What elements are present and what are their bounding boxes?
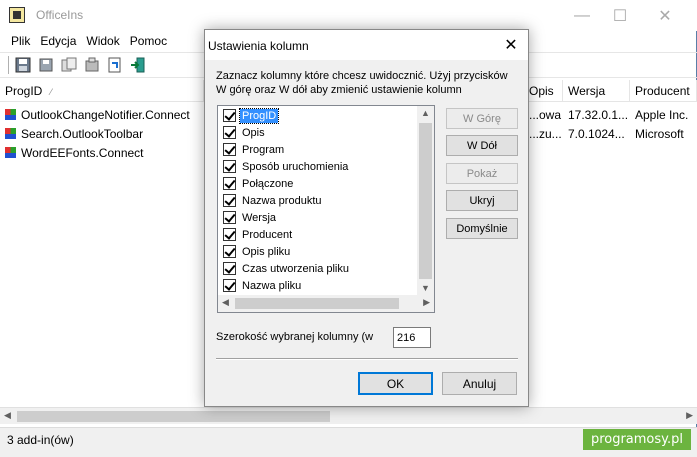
list-item-label: Producent — [242, 228, 293, 241]
checkbox[interactable] — [223, 194, 236, 207]
list-item[interactable]: Połączone — [218, 175, 418, 192]
checkbox[interactable] — [223, 279, 236, 292]
column-header-producent[interactable]: Producent — [630, 80, 697, 102]
list-item-label: Opis — [242, 126, 265, 139]
dialog-instructions: Zaznacz kolumny które chcesz uwidocznić.… — [216, 70, 508, 96]
app-icon — [9, 7, 25, 23]
menu-pomoc[interactable]: Pomoc — [125, 34, 172, 48]
checkbox[interactable] — [223, 228, 236, 241]
refresh-icon[interactable] — [105, 55, 125, 75]
checkbox[interactable] — [223, 160, 236, 173]
checkbox[interactable] — [223, 177, 236, 190]
listbox-horizontal-scrollbar[interactable]: ◀ ▶ — [218, 295, 434, 312]
status-bar: 3 add-in(ów) programosy.pl — [0, 427, 697, 457]
cell-wersja: 17.32.0.1... — [568, 107, 629, 122]
list-item[interactable]: Sposób uruchomienia — [218, 158, 418, 175]
window-title: OfficeIns — [36, 8, 84, 22]
list-item-label: Wersja — [242, 211, 277, 224]
sort-arrow-icon: ⁄ — [50, 87, 52, 97]
scroll-up-icon[interactable]: ▲ — [421, 108, 430, 118]
list-item[interactable]: Opis pliku — [218, 243, 418, 260]
column-header-label: ProgID — [5, 84, 43, 98]
list-item-label: Opis pliku — [242, 245, 291, 258]
scroll-thumb[interactable] — [419, 123, 432, 279]
title-bar: OfficeIns — ☐ ✕ — [0, 0, 697, 31]
dialog-title-bar: Ustawienia kolumn ✕ — [205, 30, 528, 60]
checkbox[interactable] — [223, 126, 236, 139]
list-item[interactable]: Nazwa pliku — [218, 277, 418, 294]
list-item[interactable]: Opis — [218, 124, 418, 141]
dialog-separator — [216, 358, 518, 360]
progid-text: WordEEFonts.Connect — [21, 145, 144, 160]
scroll-left-icon[interactable]: ◀ — [4, 410, 11, 421]
show-button[interactable]: Pokaż — [446, 163, 518, 184]
status-text: 3 add-in(ów) — [7, 433, 74, 447]
dialog-close-button[interactable]: ✕ — [494, 30, 528, 60]
list-item-label: Sposób uruchomienia — [242, 160, 349, 173]
move-up-button[interactable]: W Górę — [446, 108, 518, 129]
list-item[interactable]: Nazwa produktu — [218, 192, 418, 209]
cell-opis: ...zu... — [529, 126, 562, 141]
column-header-opis[interactable]: Opis — [524, 80, 563, 102]
ok-button[interactable]: OK — [358, 372, 433, 395]
scroll-right-icon[interactable]: ▶ — [423, 297, 430, 308]
scroll-right-icon[interactable]: ▶ — [686, 410, 693, 421]
maximize-button[interactable]: ☐ — [597, 0, 643, 31]
menu-edycja[interactable]: Edycja — [35, 34, 81, 48]
list-item-label: Nazwa produktu — [242, 194, 322, 207]
column-settings-dialog: Ustawienia kolumn ✕ Zaznacz kolumny któr… — [204, 29, 529, 407]
cancel-button[interactable]: Anuluj — [442, 372, 517, 395]
cell-producent: Apple Inc. — [635, 107, 689, 122]
copy-icon[interactable] — [59, 55, 79, 75]
list-item-label: Czas utworzenia pliku — [242, 262, 349, 275]
checkbox[interactable] — [223, 109, 236, 122]
toolbar-separator — [8, 56, 9, 74]
hide-button[interactable]: Ukryj — [446, 190, 518, 211]
checkbox[interactable] — [223, 143, 236, 156]
close-button[interactable]: ✕ — [642, 0, 688, 31]
addin-icon — [5, 146, 16, 158]
list-item[interactable]: Wersja — [218, 209, 418, 226]
list-item-label: Połączone — [242, 177, 294, 190]
save-icon[interactable] — [13, 55, 33, 75]
addin-icon — [5, 127, 16, 139]
properties-icon[interactable] — [82, 55, 102, 75]
scroll-left-icon[interactable]: ◀ — [222, 297, 229, 308]
list-item-label: ProgID — [238, 107, 280, 124]
checkbox[interactable] — [223, 262, 236, 275]
menu-plik[interactable]: Plik — [6, 34, 35, 48]
move-down-button[interactable]: W Dół — [446, 135, 518, 156]
horizontal-scrollbar[interactable]: ◀ ▶ — [0, 407, 697, 424]
default-button[interactable]: Domyślnie — [446, 218, 518, 239]
list-item-label: Program — [242, 143, 285, 156]
exit-icon[interactable] — [128, 55, 148, 75]
list-item[interactable]: Program — [218, 141, 418, 158]
list-item[interactable]: Czas utworzenia pliku — [218, 260, 418, 277]
save-as-icon[interactable] — [36, 55, 56, 75]
progid-text: Search.OutlookToolbar — [21, 126, 144, 141]
list-item[interactable]: ProgID — [218, 107, 418, 124]
columns-listbox[interactable]: ProgID Opis Program Sposób uruchomienia … — [217, 105, 435, 313]
column-header-wersja[interactable]: Wersja — [563, 80, 630, 102]
column-width-label: Szerokość wybranej kolumny (w — [216, 331, 374, 343]
list-item[interactable]: Producent — [218, 226, 418, 243]
cell-wersja: 7.0.1024... — [568, 126, 625, 141]
list-item-label: Nazwa pliku — [242, 279, 302, 292]
progid-text: OutlookChangeNotifier.Connect — [21, 107, 190, 122]
dialog-title: Ustawienia kolumn — [208, 39, 309, 53]
listbox-vertical-scrollbar[interactable]: ▲ ▼ — [417, 106, 434, 295]
checkbox[interactable] — [223, 211, 236, 224]
addin-icon — [5, 108, 16, 120]
column-width-input[interactable] — [393, 327, 431, 348]
checkbox[interactable] — [223, 245, 236, 258]
column-header-progid[interactable]: ProgID ⁄ — [0, 80, 204, 102]
watermark-logo: programosy.pl — [582, 429, 691, 450]
cell-producent: Microsoft — [635, 126, 684, 141]
scroll-down-icon[interactable]: ▼ — [421, 283, 430, 293]
scroll-thumb[interactable] — [235, 298, 399, 309]
cell-opis: ...owa ... — [529, 107, 563, 122]
scroll-thumb[interactable] — [17, 411, 330, 422]
menu-widok[interactable]: Widok — [81, 34, 124, 48]
